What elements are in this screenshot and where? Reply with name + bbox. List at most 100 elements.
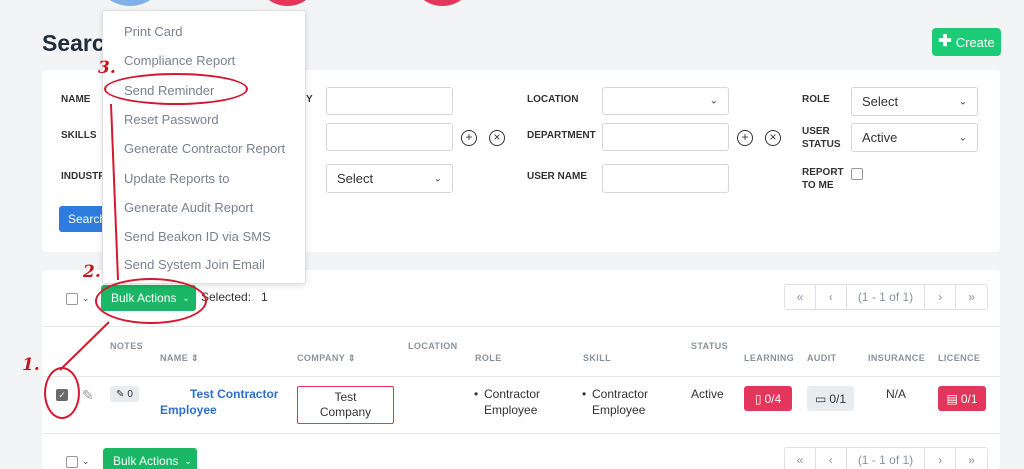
pagination-top: « ‹ (1 - 1 of 1) › » xyxy=(784,284,988,310)
clipboard-icon: ▭ xyxy=(814,391,827,406)
header-company[interactable]: COMPANY ⇕ xyxy=(297,352,356,364)
plus-icon: ✚ xyxy=(938,33,952,50)
chevron-down-icon: ⌄ xyxy=(433,173,442,184)
skills-label: SKILLS xyxy=(61,130,97,141)
industry-select[interactable]: Select ⌄ xyxy=(326,164,453,193)
industry-select-value: Select xyxy=(337,171,374,186)
role-label: ROLE xyxy=(802,94,830,105)
menu-item-compliance-report[interactable]: Compliance Report xyxy=(124,53,235,68)
user-status-select[interactable]: Active ⌄ xyxy=(851,123,978,152)
pager-prev[interactable]: ‹ xyxy=(816,285,847,309)
role-value: Contractor xyxy=(484,387,541,401)
select-all-checkbox-bottom[interactable] xyxy=(66,456,78,468)
remove-circle-icon[interactable]: × xyxy=(489,130,505,146)
report-to-me-checkbox[interactable] xyxy=(851,168,863,180)
location-select[interactable]: ⌄ xyxy=(602,87,729,115)
user-name-label: USER NAME xyxy=(527,171,588,182)
decorative-circle xyxy=(410,0,475,6)
header-licence: LICENCE xyxy=(938,353,981,363)
chevron-down-icon: ⌄ xyxy=(958,132,967,143)
book-icon: ▯ xyxy=(754,391,762,406)
menu-item-reset-password[interactable]: Reset Password xyxy=(124,112,219,127)
divider xyxy=(42,433,1000,434)
header-skill: SKILL xyxy=(583,353,611,363)
annotation-ellipse-row-checkbox xyxy=(44,367,80,419)
divider xyxy=(42,376,1000,377)
header-status: STATUS xyxy=(691,341,729,351)
header-learning: LEARNING xyxy=(744,353,795,363)
pager-next[interactable]: › xyxy=(925,285,957,309)
bulk-actions-button-bottom[interactable]: Bulk Actions ⌄ xyxy=(103,448,197,469)
header-insurance: INSURANCE xyxy=(868,353,926,363)
pager-first[interactable]: « xyxy=(785,448,816,469)
header-location: LOCATION xyxy=(408,341,458,351)
role-value-line2: Employee xyxy=(484,403,538,417)
document-icon: ▤ xyxy=(946,391,958,406)
page-title: Searcl xyxy=(42,30,112,56)
chevron-down-icon: ⌄ xyxy=(184,455,192,466)
licence-badge[interactable]: ▤ 0/1 xyxy=(938,386,986,411)
menu-item-update-reports-to[interactable]: Update Reports to xyxy=(124,171,230,186)
annotation-step-2: 2. xyxy=(83,262,101,282)
header-name[interactable]: NAME ⇕ xyxy=(160,352,199,364)
skills-input[interactable] xyxy=(326,123,453,151)
bullet-icon: • xyxy=(474,387,479,401)
chevron-down-icon: ⌄ xyxy=(958,96,967,107)
note-edit-icon: ✎ xyxy=(116,388,125,400)
menu-item-send-beakon-id-sms[interactable]: Send Beakon ID via SMS xyxy=(124,229,271,244)
audit-badge[interactable]: ▭ 0/1 xyxy=(807,386,854,411)
bullet-icon: • xyxy=(582,387,587,401)
licence-value: 0/1 xyxy=(960,391,978,406)
pager-last[interactable]: » xyxy=(956,448,987,469)
employee-name-link-line2[interactable]: Employee xyxy=(160,402,217,418)
notes-badge[interactable]: ✎ 0 xyxy=(110,386,139,402)
annotation-step-3: 3. xyxy=(98,58,116,78)
bulk-actions-menu: Print Card Compliance Report Send Remind… xyxy=(102,10,306,284)
create-button[interactable]: ✚ Create xyxy=(932,28,1001,56)
pager-info: (1 - 1 of 1) xyxy=(847,448,926,469)
decorative-circle xyxy=(95,0,165,6)
pager-next[interactable]: › xyxy=(925,448,957,469)
company-cell: Test Company xyxy=(297,386,394,424)
menu-item-generate-contractor-report[interactable]: Generate Contractor Report xyxy=(124,141,285,156)
remove-circle-icon[interactable]: × xyxy=(765,130,781,146)
role-select-value: Select xyxy=(862,94,899,109)
learning-badge[interactable]: ▯ 0/4 xyxy=(744,386,792,411)
add-circle-icon[interactable]: + xyxy=(737,130,753,146)
menu-item-generate-audit-report[interactable]: Generate Audit Report xyxy=(124,200,253,215)
user-status-value: Active xyxy=(862,130,898,145)
partial-label: Y xyxy=(306,94,313,105)
learning-value: 0/4 xyxy=(764,391,782,406)
chevron-down-icon[interactable]: ⌄ xyxy=(82,456,90,467)
annotation-ellipse-send-reminder xyxy=(104,73,248,105)
skill-value: Contractor xyxy=(592,387,649,401)
employee-name-link[interactable]: Test Contractor xyxy=(190,386,278,402)
role-select[interactable]: Select ⌄ xyxy=(851,87,978,116)
annotation-step-1: 1. xyxy=(22,355,40,375)
department-label: DEPARTMENT xyxy=(527,130,596,141)
department-input[interactable] xyxy=(602,123,729,151)
skill-value-line2: Employee xyxy=(592,403,646,417)
edit-pencil-icon[interactable]: ✎ xyxy=(82,387,94,403)
selected-label: Selected: xyxy=(201,290,252,304)
selected-count: 1 xyxy=(261,290,268,304)
create-button-label: Create xyxy=(955,34,995,50)
company-name-line1: Test xyxy=(334,390,357,404)
user-name-input[interactable] xyxy=(602,164,729,193)
select-all-checkbox[interactable] xyxy=(66,293,78,305)
menu-item-print-card[interactable]: Print Card xyxy=(124,24,183,39)
pager-prev[interactable]: ‹ xyxy=(816,448,847,469)
add-circle-icon[interactable]: + xyxy=(461,130,477,146)
filter-input-top[interactable] xyxy=(326,87,453,115)
chevron-down-icon: ⌄ xyxy=(709,95,718,107)
annotation-ellipse-bulk-actions xyxy=(95,278,207,324)
pager-first[interactable]: « xyxy=(785,285,816,309)
pager-last[interactable]: » xyxy=(956,285,987,309)
menu-item-send-system-join-email[interactable]: Send System Join Email xyxy=(124,257,265,272)
company-name-line2: Company xyxy=(319,405,372,419)
header-role: ROLE xyxy=(475,353,502,363)
bulk-actions-label: Bulk Actions xyxy=(113,454,179,468)
report-to-me-label: REPORT TO ME xyxy=(802,167,844,191)
divider xyxy=(42,326,1000,327)
chevron-down-icon[interactable]: ⌄ xyxy=(82,293,90,304)
